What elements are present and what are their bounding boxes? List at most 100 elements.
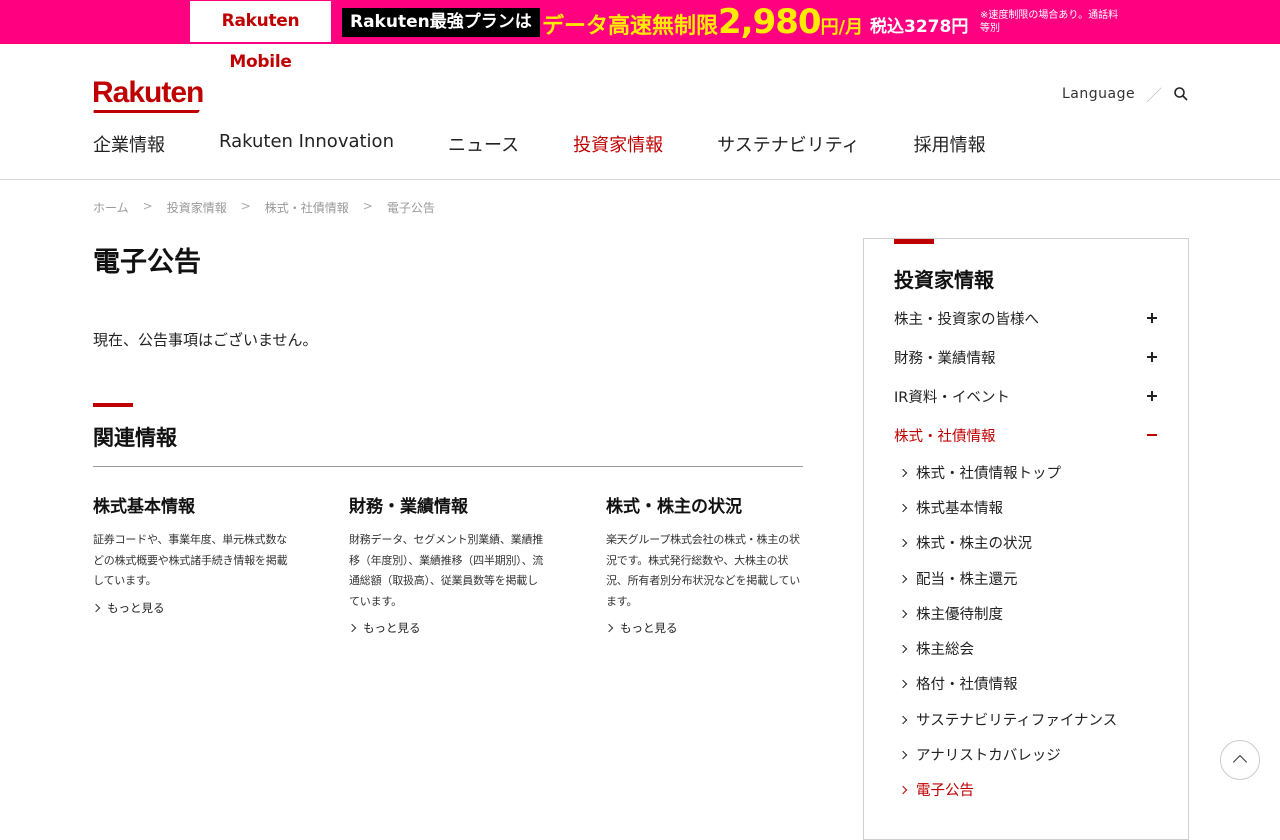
sub-item-label: 株式基本情報 (916, 501, 1003, 517)
chevron-right-icon (898, 715, 908, 724)
promo-tax: 税込3278円 (870, 17, 969, 37)
sub-item-label: 格付・社債情報 (916, 677, 1018, 693)
plus-icon (1146, 312, 1158, 324)
promo-copy-text: データ高速無制限 (542, 14, 719, 39)
side-item-shareholders[interactable]: 株主・投資家の皆様へ (894, 306, 1158, 330)
back-to-top-button[interactable] (1220, 740, 1260, 780)
sub-item-label: 電子公告 (916, 783, 974, 799)
sub-item-label: アナリストカバレッジ (916, 748, 1061, 764)
side-item-label: 株式・社債情報 (894, 428, 996, 445)
card-stock-basics: 株式基本情報 証券コードや、事業年度、単元株式数などの株式概要や株式諸手続き情報… (91, 492, 291, 616)
sub-item-benefits[interactable]: 株主優待制度 (898, 603, 1003, 624)
global-nav: 企業情報 Rakuten Innovation ニュース 投資家情報 サステナビ… (93, 131, 1040, 157)
nav-investors[interactable]: 投資家情報 (573, 131, 663, 157)
card-title: 財務・業績情報 (349, 497, 468, 517)
nav-corporate[interactable]: 企業情報 (93, 131, 165, 157)
promo-logo: Rakuten Mobile (190, 1, 331, 72)
minus-icon (1146, 429, 1158, 441)
sub-item-analyst-coverage[interactable]: アナリストカバレッジ (898, 744, 1061, 765)
header-divider: ／ (1146, 86, 1163, 105)
chevron-right-icon (898, 609, 908, 618)
notice-text: 現在、公告事項はございません。 (93, 331, 318, 349)
chevron-right-icon (347, 623, 357, 633)
chevron-right-icon: > (362, 199, 373, 213)
section-accent-bar (93, 403, 133, 407)
chevron-up-icon (1232, 754, 1248, 770)
plus-icon (1146, 390, 1158, 402)
sub-item-ratings[interactable]: 格付・社債情報 (898, 673, 1018, 694)
card-financials: 財務・業績情報 財務データ、セグメント別業績、業績推移（年度別）、業績推移（四半… (347, 492, 547, 636)
card-description: 楽天グループ株式会社の株式・株主の状況です。株式発行総数や、大株主の状況、所有者… (606, 533, 801, 608)
nav-innovation[interactable]: Rakuten Innovation (219, 131, 394, 157)
side-nav: 投資家情報 株主・投資家の皆様へ 財務・業績情報 IR資料・イベント 株式・社債… (863, 238, 1189, 840)
breadcrumb: ホーム > 投資家情報 > 株式・社債情報 > 電子公告 (93, 199, 435, 216)
search-icon[interactable] (1173, 86, 1189, 102)
more-label: もっと見る (620, 621, 678, 635)
breadcrumb-stock[interactable]: 株式・社債情報 (265, 199, 349, 216)
chevron-right-icon (91, 603, 101, 612)
chevron-right-icon: > (142, 199, 153, 213)
promo-banner[interactable]: Rakuten Mobile Rakuten最強プランは データ高速無制限2,9… (0, 0, 1280, 72)
sub-item-stock-basics[interactable]: 株式基本情報 (898, 497, 1003, 518)
promo-price: 2,980 (718, 2, 822, 42)
sub-item-label: 株式・社債情報トップ (916, 466, 1061, 482)
chevron-right-icon (604, 623, 614, 633)
sub-item-label: 株主優待制度 (916, 607, 1003, 623)
nav-sustainability[interactable]: サステナビリティ (717, 131, 860, 157)
side-item-label: IR資料・イベント (894, 389, 1010, 406)
site-header: Rakuten Language ／ 企業情報 Rakuten Innovati… (0, 44, 1280, 180)
logo-swoosh (92, 106, 202, 113)
side-item-label: 財務・業績情報 (894, 350, 996, 367)
chevron-right-icon (898, 644, 908, 653)
card-title: 株式・株主の状況 (606, 497, 742, 517)
chevron-right-icon (898, 468, 908, 477)
side-item-ir-materials[interactable]: IR資料・イベント (894, 384, 1158, 408)
side-accent-bar (894, 239, 934, 244)
card-description: 財務データ、セグメント別業績、業績推移（年度別）、業績推移（四半期別）、流通総額… (349, 533, 544, 608)
more-label: もっと見る (363, 621, 421, 635)
nav-news[interactable]: ニュース (448, 131, 519, 157)
nav-careers[interactable]: 採用情報 (914, 131, 986, 157)
plus-icon (1146, 351, 1158, 363)
sub-item-shareholders[interactable]: 株式・株主の状況 (898, 532, 1032, 553)
sub-item-stock-top[interactable]: 株式・社債情報トップ (898, 462, 1061, 483)
page-title: 電子公告 (93, 247, 201, 278)
sub-item-electronic-notice[interactable]: 電子公告 (898, 779, 974, 800)
promo-note: ※速度制限の場合あり。通話料等別 (980, 10, 1119, 34)
sub-item-agm[interactable]: 株主総会 (898, 638, 974, 659)
chevron-right-icon (898, 503, 908, 512)
promo-plan-label: Rakuten最強プランは (342, 8, 540, 37)
chevron-right-icon (898, 538, 908, 547)
sub-item-label: 配当・株主還元 (916, 572, 1018, 588)
side-item-label: 株主・投資家の皆様へ (894, 311, 1039, 328)
more-label: もっと見る (107, 600, 165, 615)
promo-copy: データ高速無制限2,980円/月 (542, 4, 863, 40)
rakuten-logo[interactable]: Rakuten (92, 76, 204, 110)
breadcrumb-investors[interactable]: 投資家情報 (167, 199, 227, 216)
section-divider (93, 466, 803, 467)
card-description: 証券コードや、事業年度、単元株式数などの株式概要や株式諸手続き情報を掲載していま… (93, 533, 288, 587)
sub-item-label: サステナビリティファイナンス (916, 713, 1118, 729)
more-link[interactable]: もっと見る (91, 600, 291, 616)
breadcrumb-current: 電子公告 (386, 201, 435, 215)
card-title: 株式基本情報 (93, 497, 195, 517)
sub-item-sustainability-finance[interactable]: サステナビリティファイナンス (898, 709, 1118, 730)
promo-unit: 円/月 (820, 17, 864, 38)
side-item-financials[interactable]: 財務・業績情報 (894, 345, 1158, 369)
more-link[interactable]: もっと見る (347, 620, 547, 636)
sub-item-label: 株式・株主の状況 (916, 536, 1032, 552)
language-link[interactable]: Language (1062, 86, 1135, 102)
breadcrumb-home[interactable]: ホーム (93, 199, 129, 216)
card-shareholders: 株式・株主の状況 楽天グループ株式会社の株式・株主の状況です。株式発行総数や、大… (604, 492, 804, 636)
chevron-right-icon (898, 785, 908, 794)
sub-item-label: 株主総会 (916, 642, 974, 658)
side-title: 投資家情報 (894, 268, 994, 292)
chevron-right-icon (898, 574, 908, 583)
chevron-right-icon: > (240, 199, 251, 213)
chevron-right-icon (898, 750, 908, 759)
side-item-stock-bonds[interactable]: 株式・社債情報 (894, 423, 1158, 447)
sub-item-dividends[interactable]: 配当・株主還元 (898, 568, 1018, 589)
more-link[interactable]: もっと見る (604, 620, 804, 636)
related-title: 関連情報 (93, 426, 177, 450)
chevron-right-icon (898, 679, 908, 688)
